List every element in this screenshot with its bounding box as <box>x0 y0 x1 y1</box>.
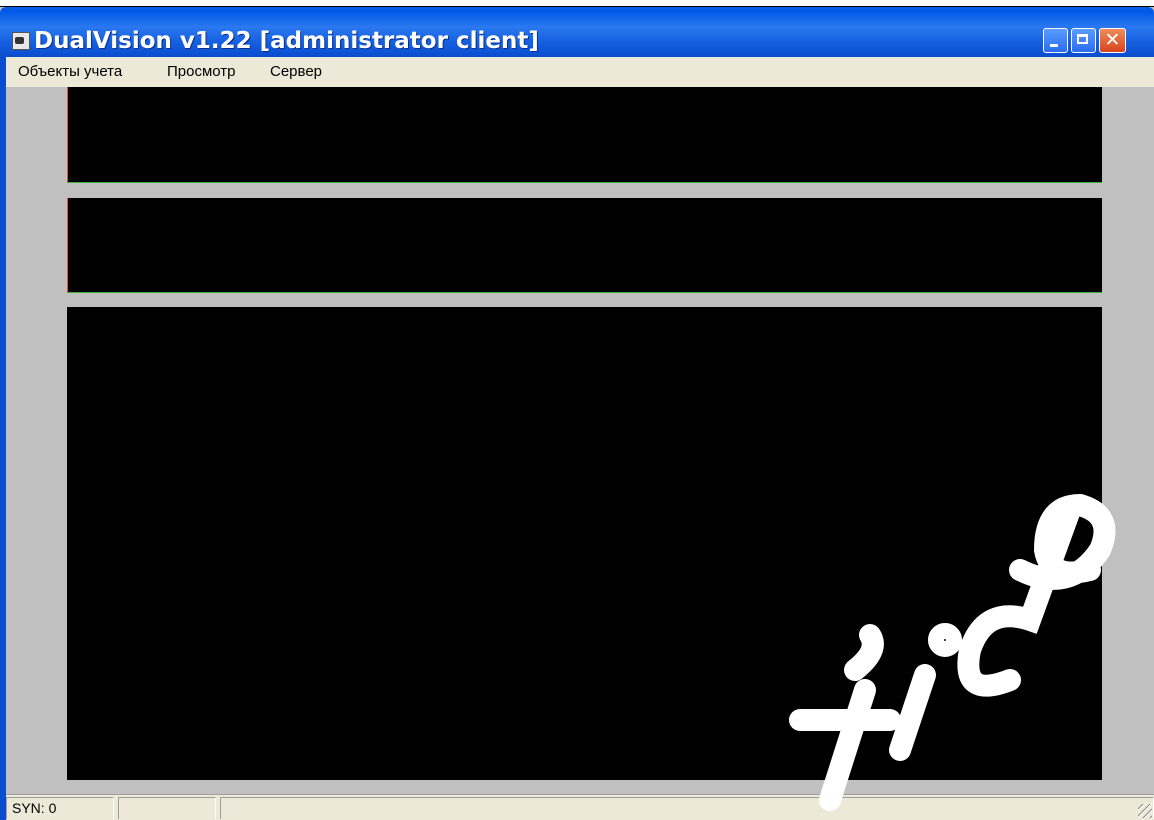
status-bar: SYN: 0 <box>6 794 1154 820</box>
app-camera-icon[interactable] <box>12 32 30 50</box>
window-title: DualVision v1.22 [administrator client] <box>34 28 539 54</box>
video-panel-middle[interactable] <box>67 198 1102 293</box>
menu-server[interactable]: Сервер <box>270 63 322 81</box>
maximize-icon[interactable] <box>1071 28 1096 53</box>
menu-bar: Объекты учета Просмотр Сервер <box>6 57 1154 87</box>
title-bar[interactable]: DualVision v1.22 [administrator client] … <box>0 7 1154 57</box>
status-syn: SYN: 0 <box>6 797 114 819</box>
close-button[interactable]: ✕ <box>1099 28 1126 53</box>
resize-grip-icon[interactable] <box>1138 804 1152 818</box>
video-panel-top[interactable] <box>67 87 1102 183</box>
menu-objects[interactable]: Объекты учета <box>18 63 122 81</box>
menu-view[interactable]: Просмотр <box>167 63 236 81</box>
status-cell-empty <box>118 797 216 819</box>
video-panel-main[interactable] <box>67 307 1102 780</box>
status-cell-wide <box>220 797 1154 819</box>
minimize-icon[interactable] <box>1043 28 1068 53</box>
close-icon: ✕ <box>1104 29 1121 51</box>
